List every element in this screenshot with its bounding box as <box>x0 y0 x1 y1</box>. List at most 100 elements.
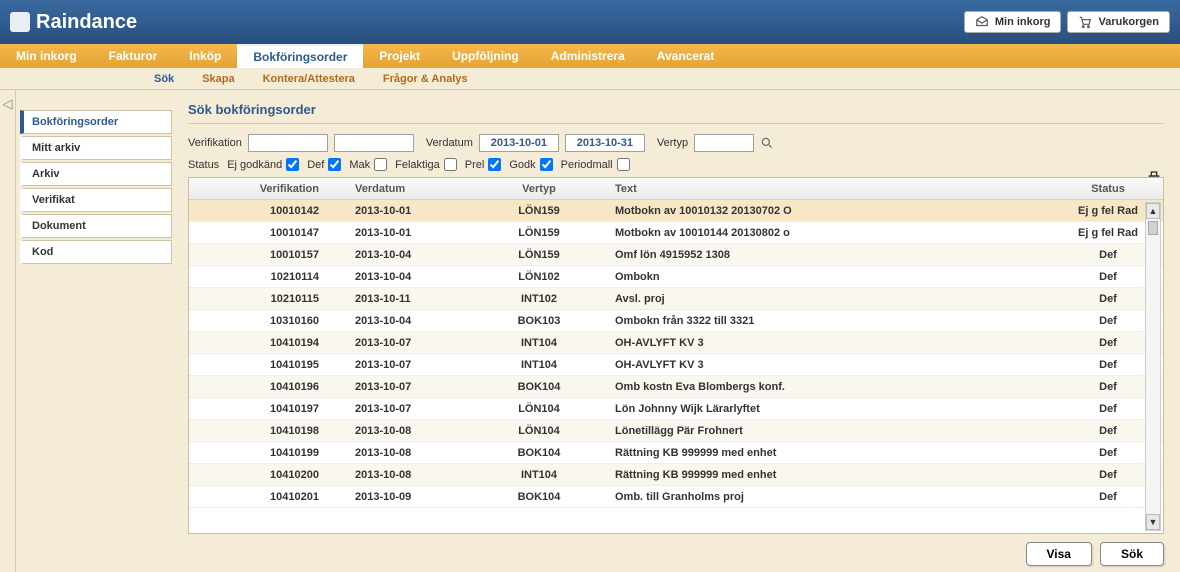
cell-verifikation: 10210115 <box>189 290 349 308</box>
main-tab-inkp[interactable]: Inköp <box>173 44 237 68</box>
col-vertyp[interactable]: Vertyp <box>469 180 609 198</box>
date-from-input[interactable] <box>479 134 559 152</box>
page-title: Sök bokföringsorder <box>188 102 1164 124</box>
table-row[interactable]: 103101602013-10-04BOK103Ombokn från 3322… <box>189 310 1163 332</box>
cell-verdatum: 2013-10-04 <box>349 312 469 330</box>
sidebar-item-verifikat[interactable]: Verifikat <box>20 188 172 212</box>
table-row[interactable]: 104101982013-10-08LÖN104Lönetillägg Pär … <box>189 420 1163 442</box>
sub-tab-sk[interactable]: Sök <box>140 73 188 85</box>
table-row[interactable]: 104101962013-10-07BOK104Omb kostn Eva Bl… <box>189 376 1163 398</box>
status-ej-godkand[interactable]: Ej godkänd <box>227 158 299 171</box>
status-prel[interactable]: Prel <box>465 158 502 171</box>
verdatum-label: Verdatum <box>426 137 473 149</box>
sidebar: BokföringsorderMitt arkivArkivVerifikatD… <box>16 90 176 572</box>
cell-verifikation: 10410197 <box>189 400 349 418</box>
table-row[interactable]: 102101142013-10-04LÖN102OmboknDef <box>189 266 1163 288</box>
cell-vertyp: LÖN159 <box>469 224 609 242</box>
cell-text: Motbokn av 10010132 20130702 O <box>609 202 1053 220</box>
table-row[interactable]: 100101572013-10-04LÖN159Omf lön 4915952 … <box>189 244 1163 266</box>
visa-button[interactable]: Visa <box>1026 542 1092 566</box>
cell-verdatum: 2013-10-08 <box>349 444 469 462</box>
sidebar-collapse-handle[interactable]: ◁ <box>0 90 16 572</box>
main-tab-mininkorg[interactable]: Min inkorg <box>0 44 93 68</box>
cell-verdatum: 2013-10-08 <box>349 422 469 440</box>
sub-tab-frgoranalys[interactable]: Frågor & Analys <box>369 73 482 85</box>
cell-text: Omf lön 4915952 1308 <box>609 246 1053 264</box>
scroll-down-icon[interactable]: ▼ <box>1146 514 1160 530</box>
table-body: 100101422013-10-01LÖN159Motbokn av 10010… <box>189 200 1163 533</box>
main-nav: Min inkorgFakturorInköpBokföringsorderPr… <box>0 44 1180 68</box>
table-row[interactable]: 104102002013-10-08INT104Rättning KB 9999… <box>189 464 1163 486</box>
sok-button[interactable]: Sök <box>1100 542 1164 566</box>
table-row[interactable]: 104101952013-10-07INT104OH-AVLYFT KV 3De… <box>189 354 1163 376</box>
cell-text: Omb. till Granholms proj <box>609 488 1053 506</box>
table-row[interactable]: 102101152013-10-11INT102Avsl. projDef <box>189 288 1163 310</box>
sidebar-item-kod[interactable]: Kod <box>20 240 172 264</box>
date-to-input[interactable] <box>565 134 645 152</box>
cell-vertyp: LÖN104 <box>469 422 609 440</box>
verifikation-label: Verifikation <box>188 137 242 149</box>
table-row[interactable]: 104102012013-10-09BOK104Omb. till Granho… <box>189 486 1163 508</box>
cell-vertyp: INT102 <box>469 290 609 308</box>
main-tab-fakturor[interactable]: Fakturor <box>93 44 174 68</box>
cell-vertyp: BOK104 <box>469 488 609 506</box>
main-tab-avancerat[interactable]: Avancerat <box>641 44 731 68</box>
col-verifikation[interactable]: Verifikation <box>189 180 349 198</box>
cell-verifikation: 10410194 <box>189 334 349 352</box>
top-bar: Raindance Min inkorg Varukorgen <box>0 0 1180 44</box>
body-wrap: ◁ BokföringsorderMitt arkivArkivVerifika… <box>0 90 1180 572</box>
cell-vertyp: INT104 <box>469 466 609 484</box>
col-verdatum[interactable]: Verdatum <box>349 180 469 198</box>
cell-vertyp: BOK103 <box>469 312 609 330</box>
main-tab-uppfljning[interactable]: Uppföljning <box>436 44 535 68</box>
status-godk[interactable]: Godk <box>509 158 552 171</box>
status-periodmall[interactable]: Periodmall <box>561 158 630 171</box>
search-icon[interactable] <box>760 136 774 150</box>
cart-icon <box>1078 15 1092 29</box>
sub-tab-skapa[interactable]: Skapa <box>188 73 248 85</box>
table-row[interactable]: 104101972013-10-07LÖN104Lön Johnny Wijk … <box>189 398 1163 420</box>
verifikation-to-input[interactable] <box>334 134 414 152</box>
status-felaktiga[interactable]: Felaktiga <box>395 158 457 171</box>
col-status[interactable]: Status <box>1053 180 1163 198</box>
cell-verdatum: 2013-10-08 <box>349 466 469 484</box>
cart-button[interactable]: Varukorgen <box>1067 11 1170 33</box>
table-row[interactable]: 100101472013-10-01LÖN159Motbokn av 10010… <box>189 222 1163 244</box>
verifikation-from-input[interactable] <box>248 134 328 152</box>
table-row[interactable]: 104101992013-10-08BOK104Rättning KB 9999… <box>189 442 1163 464</box>
status-mak[interactable]: Mak <box>349 158 387 171</box>
main-tab-projekt[interactable]: Projekt <box>363 44 436 68</box>
scroll-thumb[interactable] <box>1148 221 1158 235</box>
cell-verdatum: 2013-10-11 <box>349 290 469 308</box>
col-text[interactable]: Text <box>609 180 1053 198</box>
main-tab-bokfringsorder[interactable]: Bokföringsorder <box>237 44 363 68</box>
cell-text: Lön Johnny Wijk Lärarlyftet <box>609 400 1053 418</box>
filter-row: Verifikation Verdatum Vertyp <box>188 134 1164 152</box>
sidebar-item-dokument[interactable]: Dokument <box>20 214 172 238</box>
sidebar-item-mittarkiv[interactable]: Mitt arkiv <box>20 136 172 160</box>
cell-vertyp: INT104 <box>469 334 609 352</box>
main-tab-administrera[interactable]: Administrera <box>535 44 641 68</box>
cell-verifikation: 10010142 <box>189 202 349 220</box>
sidebar-item-bokfringsorder[interactable]: Bokföringsorder <box>20 110 172 134</box>
cell-verifikation: 10410196 <box>189 378 349 396</box>
cell-text: Omb kostn Eva Blombergs konf. <box>609 378 1053 396</box>
cell-vertyp: LÖN159 <box>469 202 609 220</box>
cell-verdatum: 2013-10-01 <box>349 202 469 220</box>
status-row: Status Ej godkänd Def Mak Felaktiga Prel… <box>188 158 1164 171</box>
scroll-up-icon[interactable]: ▲ <box>1146 203 1160 219</box>
my-inbox-button[interactable]: Min inkorg <box>964 11 1062 33</box>
cell-verifikation: 10410201 <box>189 488 349 506</box>
sub-tab-konteraattestera[interactable]: Kontera/Attestera <box>249 73 369 85</box>
inbox-icon <box>975 15 989 29</box>
cell-text: Rättning KB 999999 med enhet <box>609 444 1053 462</box>
sidebar-item-arkiv[interactable]: Arkiv <box>20 162 172 186</box>
vertyp-input[interactable] <box>694 134 754 152</box>
cell-vertyp: LÖN159 <box>469 246 609 264</box>
table-row[interactable]: 100101422013-10-01LÖN159Motbokn av 10010… <box>189 200 1163 222</box>
cell-verdatum: 2013-10-07 <box>349 334 469 352</box>
cell-verifikation: 10310160 <box>189 312 349 330</box>
scrollbar[interactable]: ▲ ▼ <box>1145 202 1161 531</box>
table-row[interactable]: 104101942013-10-07INT104OH-AVLYFT KV 3De… <box>189 332 1163 354</box>
status-def[interactable]: Def <box>307 158 341 171</box>
